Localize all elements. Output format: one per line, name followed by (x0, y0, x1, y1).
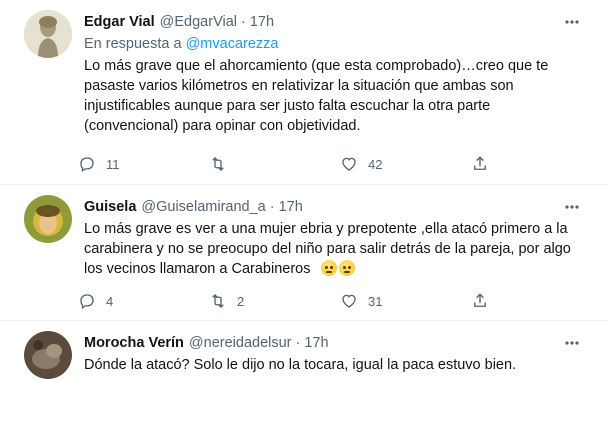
display-name[interactable]: Morocha Verín (84, 335, 184, 351)
heart-icon (342, 294, 356, 308)
bust-avatar-image (24, 10, 72, 58)
reply-mention-link[interactable]: @mvacarezza (186, 36, 279, 52)
separator-dot: · (241, 14, 246, 30)
tweet[interactable]: Guisela @Guiselamirand_a · 17h Lo más gr… (0, 185, 608, 321)
timestamp[interactable]: 17h (279, 199, 303, 215)
like-button[interactable]: 42 (340, 155, 471, 173)
separator-dot: · (269, 199, 275, 215)
avatar[interactable] (24, 331, 72, 379)
timestamp[interactable]: 17h (250, 14, 274, 30)
face-with-rolling-eyes-emoji (320, 260, 337, 276)
like-button[interactable]: 31 (340, 292, 471, 310)
reply-icon (80, 294, 94, 310)
share-button[interactable] (471, 155, 563, 173)
share-icon (474, 293, 486, 307)
reply-button[interactable]: 11 (78, 155, 209, 173)
user-photo-avatar-image (24, 195, 72, 243)
like-count: 42 (368, 156, 383, 172)
user-handle[interactable]: @EdgarVial (160, 14, 237, 30)
tweet-text-block: Lo más grave es ver a una mujer ebria y … (84, 219, 588, 279)
tweet-text: Dónde la atacó? Solo le dijo no la tocar… (84, 357, 517, 373)
reply-prefix: En respuesta a (84, 36, 182, 52)
reply-button[interactable]: 4 (78, 292, 209, 310)
user-handle[interactable]: @nereidadelsur (189, 335, 292, 351)
display-name[interactable]: Edgar Vial (84, 14, 155, 30)
share-button[interactable] (471, 292, 563, 310)
tweet-actions: 11 42 (78, 152, 563, 176)
timestamp[interactable]: 17h (304, 335, 328, 351)
more-options-icon[interactable] (560, 10, 584, 34)
user-photo-avatar-image (24, 331, 72, 379)
retweet-count: 2 (237, 293, 245, 309)
retweet-icon (212, 157, 224, 171)
avatar[interactable] (24, 10, 72, 58)
tweet-text: Lo más grave que el ahorcamiento (que es… (84, 58, 549, 134)
retweet-icon (212, 294, 224, 308)
reply-icon (80, 157, 94, 173)
share-icon (474, 156, 486, 170)
tweet-actions: 4 2 31 (78, 289, 563, 313)
retweet-button[interactable]: 2 (209, 292, 340, 310)
more-options-icon[interactable] (560, 195, 584, 219)
face-with-rolling-eyes-emoji (338, 260, 355, 276)
tweet[interactable]: Morocha Verín @nereidadelsur · 17h Dónde… (0, 321, 608, 423)
display-name[interactable]: Guisela (84, 199, 136, 215)
separator-dot: · (295, 335, 301, 351)
more-options-icon[interactable] (560, 331, 584, 355)
user-handle[interactable]: @Guiselamirand_a (141, 199, 265, 215)
avatar[interactable] (24, 195, 72, 243)
reply-count: 11 (106, 156, 120, 172)
tweet[interactable]: Edgar Vial @EdgarVial · 17h En respuesta… (0, 0, 608, 185)
like-count: 31 (368, 293, 383, 309)
retweet-button[interactable] (209, 155, 340, 173)
replying-to: En respuesta a @mvacarezza (84, 34, 588, 54)
reply-count: 4 (106, 293, 114, 309)
heart-icon (342, 157, 356, 171)
